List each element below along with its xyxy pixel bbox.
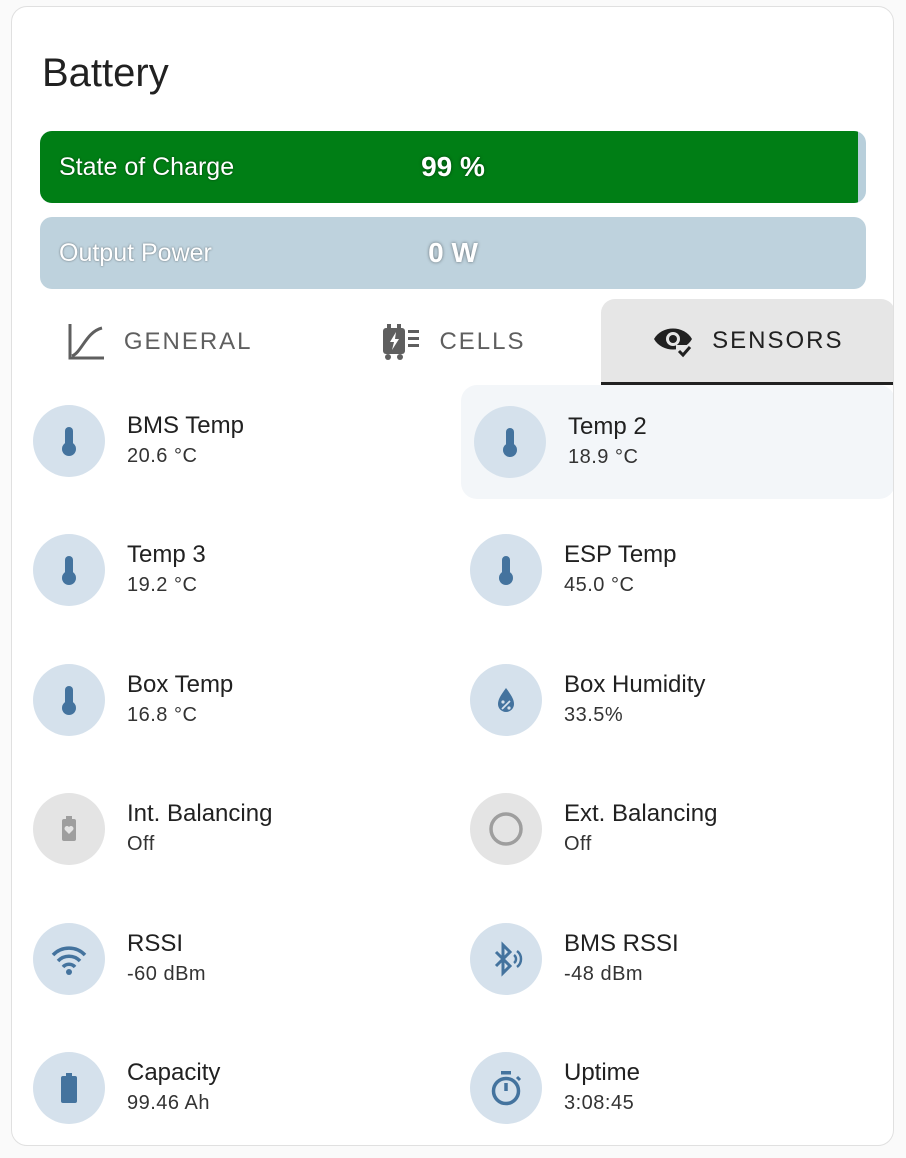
sensor-temp-3[interactable]: Temp 3 19.2 °C — [20, 515, 457, 645]
eye-check-icon — [654, 328, 695, 359]
sensor-name: Ext. Balancing — [564, 800, 718, 828]
tab-cells-label: CELLS — [439, 328, 526, 355]
tab-sensors[interactable]: SENSORS — [600, 299, 893, 385]
sensor-name: RSSI — [127, 929, 184, 957]
battery-card: Battery State of Charge 99 % Output Powe… — [11, 6, 894, 1146]
sensor-name: Box Temp — [127, 670, 234, 698]
state-of-charge-value: 99 % — [421, 151, 485, 182]
battery-heart-icon — [33, 793, 105, 866]
wifi-icon — [33, 922, 105, 995]
sensor-name: Uptime — [564, 1059, 641, 1087]
thermometer-icon — [33, 534, 105, 607]
tab-general-label: GENERAL — [123, 328, 253, 355]
sensor-state: 99.46 Ah — [127, 1092, 210, 1115]
water-percent-icon — [470, 663, 542, 736]
thermometer-icon — [33, 404, 105, 477]
sensor-state: -60 dBm — [127, 962, 207, 985]
state-of-charge-bar[interactable]: State of Charge 99 % — [40, 131, 866, 203]
bluetooth-audio-icon — [470, 922, 542, 995]
sensor-name: Capacity — [127, 1059, 221, 1087]
sensor-esp-temp[interactable]: ESP Temp 45.0 °C — [457, 515, 893, 645]
circle-outline-icon — [470, 793, 542, 866]
sensor-name: Temp 2 — [568, 412, 647, 440]
tab-general[interactable]: GENERAL — [12, 299, 306, 385]
tab-bar: GENERAL CELLS SENSORS — [12, 299, 893, 385]
sensor-capacity[interactable]: Capacity 99.46 Ah — [20, 1033, 457, 1146]
sensor-state: 18.9 °C — [568, 445, 639, 468]
sensor-ext-balancing[interactable]: Ext. Balancing Off — [457, 774, 893, 904]
sensor-bms-rssi[interactable]: BMS RSSI -48 dBm — [457, 903, 893, 1033]
thermometer-icon — [470, 534, 542, 607]
battery-icon — [33, 1052, 105, 1125]
output-power-value: 0 W — [428, 237, 478, 268]
output-power-bar[interactable]: Output Power 0 W — [40, 217, 866, 289]
sensor-state: 33.5% — [564, 703, 624, 726]
sensor-grid: BMS Temp 20.6 °C Temp 2 18.9 °C Temp 3 1… — [20, 385, 893, 1146]
sensor-bms-temp[interactable]: BMS Temp 20.6 °C — [20, 385, 457, 515]
sensor-box-temp[interactable]: Box Temp 16.8 °C — [20, 644, 457, 774]
sensor-uptime[interactable]: Uptime 3:08:45 — [457, 1033, 893, 1146]
thermometer-icon — [33, 663, 105, 736]
tab-cells[interactable]: CELLS — [306, 299, 600, 385]
sensor-state: -48 dBm — [564, 962, 644, 985]
sensor-int-balancing[interactable]: Int. Balancing Off — [20, 774, 457, 904]
sensor-name: Box Humidity — [564, 670, 706, 698]
sensor-name: Temp 3 — [127, 541, 206, 569]
battery-cells-icon — [383, 324, 420, 360]
sensor-name: BMS RSSI — [564, 929, 679, 957]
sensor-temp-2[interactable]: Temp 2 18.9 °C — [461, 385, 893, 499]
sensor-rssi[interactable]: RSSI -60 dBm — [20, 903, 457, 1033]
thermometer-icon — [474, 405, 546, 478]
card-title: Battery — [42, 51, 169, 95]
sensor-state: 19.2 °C — [127, 574, 198, 597]
sensor-state: Off — [127, 833, 155, 856]
sensor-state: 20.6 °C — [127, 444, 198, 467]
timer-icon — [470, 1052, 542, 1125]
sensor-name: BMS Temp — [127, 411, 244, 439]
sensor-state: 3:08:45 — [564, 1092, 635, 1115]
tab-sensors-label: SENSORS — [712, 326, 844, 354]
sensor-box-humidity[interactable]: Box Humidity 33.5% — [457, 644, 893, 774]
chart-line-icon — [68, 324, 104, 360]
sensor-state: Off — [564, 833, 592, 856]
sensor-state: 16.8 °C — [127, 703, 198, 726]
sensor-state: 45.0 °C — [564, 574, 635, 597]
sensor-name: Int. Balancing — [127, 800, 273, 828]
sensor-name: ESP Temp — [564, 541, 677, 569]
